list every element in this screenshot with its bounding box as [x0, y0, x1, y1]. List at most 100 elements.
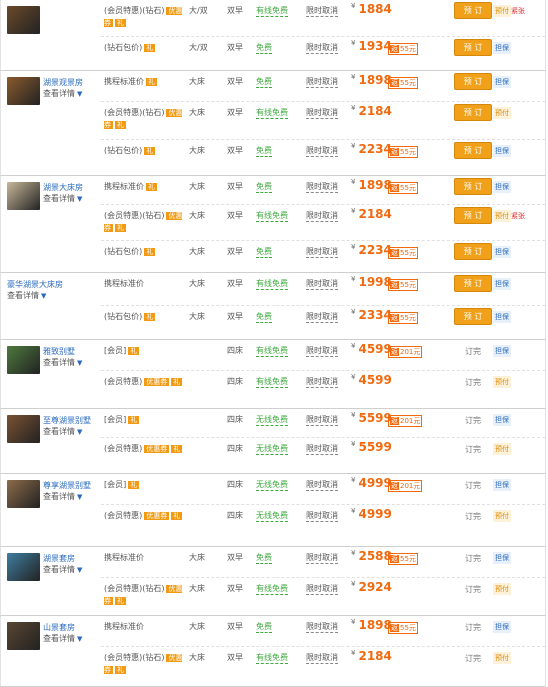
broadband-info[interactable]: 有线免费: [256, 583, 288, 595]
room-name-link[interactable]: 至尊湖景别墅 查看详情 ▼: [43, 415, 95, 438]
cashback-value: 55元: [400, 624, 416, 632]
gift-badge: 礼: [128, 481, 140, 489]
cancel-policy[interactable]: 限时取消: [306, 510, 338, 522]
payment-type-badge: 担保: [493, 181, 511, 193]
broadband-info[interactable]: 无线免费: [256, 479, 288, 491]
room-name-link[interactable]: 山景套房 查看详情 ▼: [43, 622, 95, 645]
room-thumbnail[interactable]: [7, 77, 40, 105]
book-button[interactable]: 预 订: [454, 73, 492, 90]
room-thumbnail[interactable]: [7, 553, 40, 581]
book-button[interactable]: 预 订: [454, 207, 492, 224]
room-thumbnail[interactable]: [7, 622, 40, 650]
book-button[interactable]: 预 订: [454, 39, 492, 56]
broadband-info[interactable]: 有线免费: [256, 278, 288, 290]
cancel-policy[interactable]: 限时取消: [306, 246, 338, 258]
broadband-info[interactable]: 有线免费: [256, 345, 288, 357]
cancel-policy[interactable]: 限时取消: [306, 311, 338, 323]
room-name-text[interactable]: 至尊湖景别墅: [43, 416, 91, 425]
room-name-link[interactable]: 尊享湖景别墅 查看详情 ▼: [43, 480, 95, 503]
cancel-policy[interactable]: 限时取消: [306, 652, 338, 664]
room-thumbnail[interactable]: [7, 346, 40, 374]
broadband-info[interactable]: 有线免费: [256, 107, 288, 119]
cancel-policy[interactable]: 限时取消: [306, 181, 338, 193]
cancel-policy[interactable]: 限时取消: [306, 5, 338, 17]
view-detail-link[interactable]: 查看详情: [43, 427, 75, 436]
cancel-policy[interactable]: 限时取消: [306, 443, 338, 455]
broadband-info[interactable]: 免费: [256, 246, 272, 258]
room-name-text[interactable]: 雅致别墅: [43, 347, 75, 356]
room-thumbnail[interactable]: [7, 182, 40, 210]
rate-row: 携程标准价礼大床 双早 免费 限时取消 ¥1898 返 55元预 订担保: [101, 176, 545, 204]
cancel-policy[interactable]: 限时取消: [306, 376, 338, 388]
broadband-info[interactable]: 免费: [256, 42, 272, 54]
broadband-info[interactable]: 免费: [256, 311, 272, 323]
cancel-policy[interactable]: 限时取消: [306, 479, 338, 491]
room-thumbnail[interactable]: [7, 480, 40, 508]
cancel-policy[interactable]: 限时取消: [306, 145, 338, 157]
view-detail-link[interactable]: 查看详情: [43, 565, 75, 574]
book-button[interactable]: 预 订: [454, 243, 492, 260]
book-button[interactable]: 预 订: [454, 104, 492, 121]
room-name-text[interactable]: 湖景套房: [43, 554, 75, 563]
room-name-link[interactable]: 豪华湖景大床房 查看详情 ▼: [7, 279, 97, 302]
room-block: (会员特惠)(钻石) 优惠券礼大/双 双早 有线免费 限时取消 ¥1884 预 订预付 紧张(…: [0, 0, 546, 71]
room-name-text[interactable]: 尊享湖景别墅: [43, 481, 91, 490]
broadband-info[interactable]: 有线免费: [256, 5, 288, 17]
cashback-label: 返: [390, 482, 399, 490]
book-button[interactable]: 预 订: [454, 142, 492, 159]
cancel-policy[interactable]: 限时取消: [306, 278, 338, 290]
room-name-link[interactable]: 湖景大床房 查看详情 ▼: [43, 182, 95, 205]
cancel-policy[interactable]: 限时取消: [306, 621, 338, 633]
broadband-info[interactable]: 免费: [256, 621, 272, 633]
room-thumbnail[interactable]: [7, 415, 40, 443]
room-name-text[interactable]: 湖景观景房: [43, 78, 83, 87]
broadband-info[interactable]: 免费: [256, 145, 272, 157]
book-button[interactable]: 预 订: [454, 275, 492, 292]
cancel-policy[interactable]: 限时取消: [306, 42, 338, 54]
view-detail-link[interactable]: 查看详情: [43, 634, 75, 643]
view-detail-link[interactable]: 查看详情: [43, 358, 75, 367]
book-button[interactable]: 预 订: [454, 2, 492, 19]
room-thumbnail[interactable]: [7, 6, 40, 34]
cancel-policy[interactable]: 限时取消: [306, 210, 338, 222]
cancel-policy[interactable]: 限时取消: [306, 76, 338, 88]
cancel-policy[interactable]: 限时取消: [306, 583, 338, 595]
rate-plan-name: (会员特惠) 优惠券礼: [104, 376, 184, 388]
room-name-link[interactable]: 湖景套房 查看详情 ▼: [43, 553, 95, 576]
cancel-policy[interactable]: 限时取消: [306, 345, 338, 357]
view-detail-link[interactable]: 查看详情: [7, 291, 39, 300]
broadband-info[interactable]: 无线免费: [256, 414, 288, 426]
currency-symbol: ¥: [351, 440, 356, 448]
rate-plan-name: (会员特惠)(钻石) 优惠券礼: [104, 5, 184, 29]
broadband-info[interactable]: 有线免费: [256, 376, 288, 388]
broadband-info[interactable]: 无线免费: [256, 510, 288, 522]
room-name-text[interactable]: 湖景大床房: [43, 183, 83, 192]
payment-type-badge: 担保: [493, 621, 511, 633]
room-name-link[interactable]: 雅致别墅 查看详情 ▼: [43, 346, 95, 369]
payment-type-badge: 预付: [493, 5, 511, 17]
book-button[interactable]: 预 订: [454, 178, 492, 195]
gift-badge: 礼: [144, 44, 156, 52]
bed-type: 大床: [189, 108, 205, 117]
cancel-policy[interactable]: 限时取消: [306, 414, 338, 426]
view-detail-link[interactable]: 查看详情: [43, 194, 75, 203]
cashback-label: 返: [390, 417, 399, 425]
broadband-info[interactable]: 无线免费: [256, 443, 288, 455]
cashback-badge: 返 55元: [388, 146, 418, 158]
broadband-info[interactable]: 免费: [256, 181, 272, 193]
broadband-info[interactable]: 有线免费: [256, 210, 288, 222]
gift-badge: 礼: [171, 445, 183, 453]
view-detail-link[interactable]: 查看详情: [43, 89, 75, 98]
broadband-info[interactable]: 免费: [256, 552, 272, 564]
view-detail-link[interactable]: 查看详情: [43, 492, 75, 501]
broadband-info[interactable]: 免费: [256, 76, 272, 88]
room-name-link[interactable]: 湖景观景房 查看详情 ▼: [43, 77, 95, 100]
cashback-value: 55元: [400, 555, 416, 563]
broadband-info[interactable]: 有线免费: [256, 652, 288, 664]
room-name-text[interactable]: 豪华湖景大床房: [7, 280, 63, 289]
cancel-policy[interactable]: 限时取消: [306, 552, 338, 564]
cancel-policy[interactable]: 限时取消: [306, 107, 338, 119]
plan-label: [会员]: [104, 346, 127, 355]
room-name-text[interactable]: 山景套房: [43, 623, 75, 632]
book-button[interactable]: 预 订: [454, 308, 492, 325]
